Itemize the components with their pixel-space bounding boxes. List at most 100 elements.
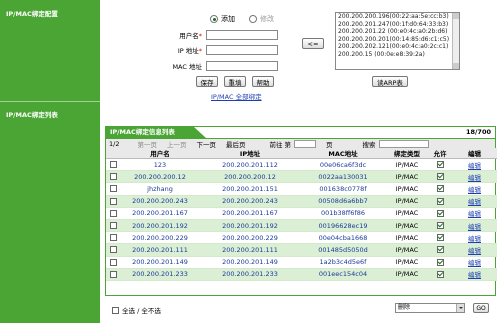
table-row: 200.200.200.12 200.200.200.12 0022aa130031… xyxy=(106,170,497,184)
allow-checkbox[interactable] xyxy=(436,246,444,254)
radio-modify[interactable]: 修改 xyxy=(249,14,274,24)
allow-checkbox[interactable] xyxy=(436,270,444,278)
select-all-label: 全选 / 全不选 xyxy=(122,307,161,315)
edit-link[interactable]: 编辑 xyxy=(468,223,481,231)
radio-modify-dot[interactable] xyxy=(249,15,257,23)
arp-list-items: 200.200.200.196(00:22:aa:5e:cc:b3) 200.20… xyxy=(336,13,459,59)
ip-input[interactable] xyxy=(206,45,278,55)
listbox-scrollbar[interactable] xyxy=(452,13,459,69)
arp-list-item[interactable]: 200.200.200.196(00:22:aa:5e:cc:b3) xyxy=(336,13,459,21)
table-row: 200.200.200.229 200.200.200.229 00e04cba16… xyxy=(106,231,497,245)
edit-link[interactable]: 编辑 xyxy=(468,271,481,279)
edit-link[interactable]: 编辑 xyxy=(468,174,481,182)
edit-link[interactable]: 编辑 xyxy=(468,186,481,194)
cell-ip: 200.200.200.243 xyxy=(200,195,300,208)
cell-username: 123 xyxy=(120,158,200,172)
save-button[interactable]: 保存 xyxy=(196,76,218,87)
arp-list-item[interactable]: 200.200.202.121(00:e0:4c:a0:2c:c1) xyxy=(336,43,459,51)
username-row: 用户名* xyxy=(156,30,278,40)
edit-link[interactable]: 编辑 xyxy=(468,210,481,218)
scroll-down-icon[interactable] xyxy=(453,63,459,69)
record-count: 18/700 xyxy=(466,128,491,136)
select-all-control[interactable]: 全选 / 全不选 xyxy=(112,305,161,315)
allow-checkbox[interactable] xyxy=(436,161,444,169)
first-page-link[interactable]: 第一页 xyxy=(137,139,157,149)
section-title-list: IP/MAC绑定列表 xyxy=(6,111,58,119)
read-arp-button[interactable]: 读ARP表 xyxy=(372,76,408,87)
table-row: 123 200.200.201.112 00e06ca6f3dc IP/MAC 编辑 xyxy=(106,158,497,172)
cell-bind-type: IP/MAC xyxy=(386,256,428,269)
cell-username: 200.200.200.229 xyxy=(120,231,200,245)
search-input[interactable] xyxy=(378,139,429,148)
action-select[interactable]: 删除 xyxy=(395,303,465,313)
edit-link[interactable]: 编辑 xyxy=(468,198,481,206)
table-row: 200.200.201.192 200.200.201.192 00196628ec… xyxy=(106,219,497,233)
radio-add[interactable]: 添加 xyxy=(210,14,235,24)
edit-link[interactable]: 编辑 xyxy=(468,235,481,243)
goto-label: 前往 第 xyxy=(269,140,292,149)
mode-radio-group: 添加 修改 xyxy=(210,14,274,24)
cell-ip: 200.200.201.111 xyxy=(200,243,300,257)
row-select-checkbox[interactable] xyxy=(109,185,117,193)
next-page-link[interactable]: 下一页 xyxy=(196,139,216,149)
cell-ip: 200.200.201.233 xyxy=(200,268,300,281)
row-select-checkbox[interactable] xyxy=(109,234,117,242)
allow-checkbox[interactable] xyxy=(436,209,444,217)
edit-link[interactable]: 编辑 xyxy=(468,259,481,267)
arp-list-item[interactable]: 200.200.200.201(00:14:85:d6:c1:c5) xyxy=(336,36,459,44)
edit-link[interactable]: 编辑 xyxy=(468,162,481,170)
allow-checkbox[interactable] xyxy=(436,222,444,230)
page-unit-label: 页 xyxy=(326,140,333,149)
col-username: 用户名 xyxy=(120,148,200,159)
allow-checkbox[interactable] xyxy=(436,197,444,205)
section-title-config: IP/MAC绑定配置 xyxy=(6,10,58,18)
goto-page-input[interactable] xyxy=(294,139,317,148)
row-select-checkbox[interactable] xyxy=(109,246,117,254)
row-select-checkbox[interactable] xyxy=(109,270,117,278)
allow-checkbox[interactable] xyxy=(436,185,444,193)
cell-ip: 200.200.201.167 xyxy=(200,207,300,220)
arp-listbox[interactable]: 200.200.200.196(00:22:aa:5e:cc:b3) 200.20… xyxy=(335,12,460,70)
select-all-checkbox[interactable] xyxy=(112,306,119,314)
cell-mac: 00508d6a6bb7 xyxy=(300,195,386,208)
row-select-checkbox[interactable] xyxy=(109,197,117,205)
edit-link[interactable]: 编辑 xyxy=(468,247,481,255)
allow-checkbox[interactable] xyxy=(436,258,444,266)
row-select-checkbox[interactable] xyxy=(109,161,117,169)
col-ip: IP地址 xyxy=(200,148,300,159)
arp-list-item[interactable]: 200.200.201.247(00:1f:d0:64:33:b3) xyxy=(336,21,459,29)
arp-list-item[interactable]: 200.200.201.22 (00:e0:4c:a0:2b:d6) xyxy=(336,28,459,36)
cell-ip: 200.200.201.149 xyxy=(200,256,300,269)
cell-username: 200.200.200.12 xyxy=(120,170,200,184)
main-content: 添加 修改 用户名* IP 地址* MAC 地址 保存 重填 帮助 IP/MAC… xyxy=(100,0,500,323)
copy-from-arp-button[interactable]: <= xyxy=(302,38,324,49)
prev-page-link[interactable]: 上一页 xyxy=(167,139,187,149)
help-button[interactable]: 帮助 xyxy=(252,76,274,87)
cell-mac: 00196628ec19 xyxy=(300,219,386,233)
cell-username: 200.200.200.243 xyxy=(120,195,200,208)
row-select-checkbox[interactable] xyxy=(109,209,117,217)
allow-checkbox[interactable] xyxy=(436,234,444,242)
row-select-checkbox[interactable] xyxy=(109,258,117,266)
search-label: 搜索 xyxy=(362,140,376,149)
mac-input[interactable] xyxy=(206,61,278,71)
row-select-checkbox[interactable] xyxy=(109,173,117,181)
last-page-link[interactable]: 最后页 xyxy=(226,139,246,149)
cell-ip: 200.200.200.229 xyxy=(200,231,300,245)
row-select-checkbox[interactable] xyxy=(109,222,117,230)
cell-mac: 1a2b3c4d5e6f xyxy=(300,256,386,269)
username-input[interactable] xyxy=(206,30,278,40)
reset-button[interactable]: 重填 xyxy=(224,76,246,87)
go-button[interactable]: GO xyxy=(473,303,489,313)
sidebar: IP/MAC绑定配置 IP/MAC绑定列表 xyxy=(0,0,100,323)
cell-bind-type: IP/MAC xyxy=(386,268,428,281)
table-row: 200.200.201.149 200.200.201.149 1a2b3c4d5e… xyxy=(106,256,497,269)
radio-add-dot[interactable] xyxy=(210,15,218,23)
allow-checkbox[interactable] xyxy=(436,173,444,181)
cell-mac: 001b38ff6f86 xyxy=(300,207,386,220)
bind-all-link[interactable]: IP/MAC 全部绑定 xyxy=(211,91,262,101)
binding-table: 用户名 IP地址 MAC地址 绑定类型 允许 编辑 123 200.200.201… xyxy=(106,148,497,281)
scroll-up-icon[interactable] xyxy=(453,13,459,19)
arp-list-item[interactable]: 200.200.15 (00:0e:e8:39:2a) xyxy=(336,51,459,59)
cell-mac: 0022aa130031 xyxy=(300,170,386,184)
